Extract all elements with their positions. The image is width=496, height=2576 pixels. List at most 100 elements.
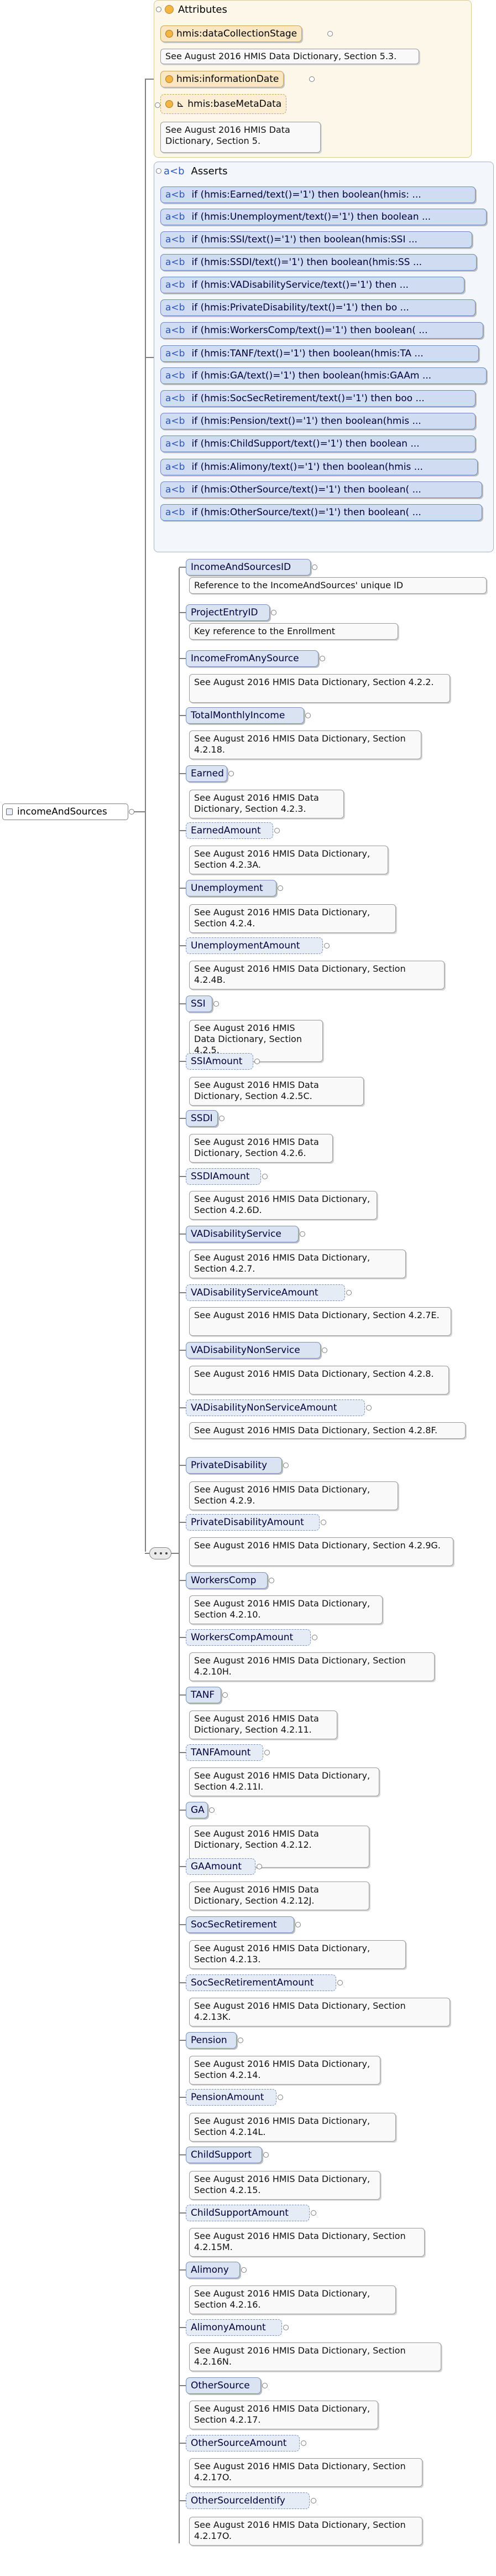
root-expand-knob[interactable] bbox=[129, 809, 134, 815]
element-other-source[interactable]: OtherSource bbox=[186, 2377, 261, 2394]
element-pension[interactable]: Pension bbox=[186, 2032, 237, 2049]
element-knob[interactable] bbox=[300, 1231, 305, 1237]
element-knob[interactable] bbox=[222, 1692, 228, 1698]
assert-item[interactable]: a<b if (hmis:OtherSource/text()='1') then… bbox=[160, 481, 482, 498]
element-alimony-amount[interactable]: AlimonyAmount bbox=[186, 2319, 282, 2336]
element-knob[interactable] bbox=[271, 610, 276, 615]
assert-item[interactable]: a<b if (hmis:SocSecRetirement/text()='1')… bbox=[160, 390, 476, 407]
element-knob[interactable] bbox=[278, 2095, 283, 2100]
element-knob[interactable] bbox=[274, 828, 280, 833]
element-knob[interactable] bbox=[346, 1290, 352, 1295]
assert-item[interactable]: a<b if (hmis:PrivateDisability/text()='1'… bbox=[160, 299, 476, 316]
element-knob[interactable] bbox=[262, 1174, 268, 1179]
element-knob[interactable] bbox=[257, 1864, 262, 1869]
element-knob[interactable] bbox=[311, 2210, 316, 2216]
element-knob[interactable] bbox=[283, 1463, 289, 1468]
assert-item[interactable]: a<b if (hmis:Pension/text()='1') then boo… bbox=[160, 413, 476, 429]
element-connector bbox=[179, 773, 186, 774]
element-knob[interactable] bbox=[209, 1807, 215, 1813]
attribute-base-meta-data[interactable]: ⊾ hmis:baseMetaData bbox=[160, 94, 287, 114]
element-gaamount[interactable]: GAAmount bbox=[186, 1858, 255, 1875]
element-other-source-amount[interactable]: OtherSourceAmount bbox=[186, 2435, 300, 2451]
element-knob[interactable] bbox=[241, 2267, 247, 2273]
element-knob[interactable] bbox=[219, 1116, 224, 1121]
element-knob[interactable] bbox=[262, 2383, 268, 2388]
element-soc-sec-retirement-amount[interactable]: SocSecRetirementAmount bbox=[186, 1974, 336, 1991]
element-total-monthly-income[interactable]: TotalMonthlyIncome bbox=[186, 707, 304, 724]
element-vadisability-non-service-amount[interactable]: VADisabilityNonServiceAmount bbox=[186, 1400, 365, 1416]
element-workers-comp[interactable]: WorkersComp bbox=[186, 1572, 268, 1589]
element-knob[interactable] bbox=[320, 656, 325, 661]
element-vadisability-service[interactable]: VADisabilityService bbox=[186, 1226, 299, 1242]
element-knob[interactable] bbox=[278, 885, 283, 891]
element-alimony[interactable]: Alimony bbox=[186, 2262, 240, 2278]
assert-item[interactable]: a<b if (hmis:VADisabilityService/text()='… bbox=[160, 277, 464, 293]
element-project-entry-id[interactable]: ProjectEntryID bbox=[186, 604, 270, 621]
element-soc-sec-retirement[interactable]: SocSecRetirement bbox=[186, 1916, 294, 1933]
attributes-collapse-knob[interactable] bbox=[156, 7, 161, 12]
element-knob[interactable] bbox=[337, 1980, 343, 1986]
element-knob[interactable] bbox=[305, 713, 311, 718]
assert-item[interactable]: a<b if (hmis:Alimony/text()='1') then boo… bbox=[160, 459, 478, 475]
element-knob[interactable] bbox=[295, 1922, 301, 1927]
element-ssi[interactable]: SSI bbox=[186, 996, 212, 1012]
root-element-box[interactable]: incomeAndSources bbox=[2, 804, 128, 820]
element-knob[interactable] bbox=[321, 1520, 326, 1525]
element-vadisability-non-service[interactable]: VADisabilityNonService bbox=[186, 1342, 321, 1359]
element-workers-comp-amount[interactable]: WorkersCompAmount bbox=[186, 1629, 311, 1646]
element-knob[interactable] bbox=[322, 1347, 327, 1353]
element-knob[interactable] bbox=[213, 1001, 219, 1007]
assert-item[interactable]: a<b if (hmis:GA/text()='1') then boolean(… bbox=[160, 367, 487, 384]
element-earned[interactable]: Earned bbox=[186, 765, 227, 782]
attribute-knob[interactable] bbox=[155, 102, 160, 108]
attribute-knob[interactable] bbox=[327, 31, 333, 37]
element-tanf[interactable]: TANF bbox=[186, 1687, 221, 1703]
element-ssiamount[interactable]: SSIAmount bbox=[186, 1053, 253, 1070]
element-knob[interactable] bbox=[238, 2038, 243, 2043]
element-ga[interactable]: GA bbox=[186, 1802, 208, 1818]
element-knob[interactable] bbox=[366, 1405, 372, 1411]
element-income-and-sources-id[interactable]: IncomeAndSourcesID bbox=[186, 559, 311, 576]
assert-item[interactable]: a<b if (hmis:SSDI/text()='1') then boolea… bbox=[160, 254, 477, 271]
assert-item[interactable]: a<b if (hmis:ChildSupport/text()='1') the… bbox=[160, 436, 476, 452]
attribute-data-collection-stage[interactable]: hmis:dataCollectionStage bbox=[160, 25, 302, 42]
element-vadisability-service-amount[interactable]: VADisabilityServiceAmount bbox=[186, 1284, 345, 1301]
element-knob[interactable] bbox=[312, 1635, 317, 1640]
element-knob[interactable] bbox=[312, 564, 317, 570]
attribute-information-date[interactable]: hmis:informationDate bbox=[160, 71, 284, 87]
element-unemployment[interactable]: Unemployment bbox=[186, 880, 276, 896]
assert-item[interactable]: a<b if (hmis:TANF/text()='1') then boolea… bbox=[160, 345, 479, 362]
element-ssdiamount[interactable]: SSDIAmount bbox=[186, 1168, 261, 1185]
element-private-disability[interactable]: PrivateDisability bbox=[186, 1457, 282, 1474]
element-child-support-amount[interactable]: ChildSupportAmount bbox=[186, 2205, 310, 2221]
element-knob[interactable] bbox=[283, 2325, 289, 2330]
element-pension-amount[interactable]: PensionAmount bbox=[186, 2089, 276, 2106]
assert-item[interactable]: a<b if (hmis:WorkersComp/text()='1') then… bbox=[160, 322, 483, 339]
element-knob[interactable] bbox=[324, 943, 330, 948]
element-knob[interactable] bbox=[263, 2152, 269, 2158]
asserts-collapse-knob[interactable] bbox=[156, 168, 161, 174]
element-child-support[interactable]: ChildSupport bbox=[186, 2147, 262, 2163]
element-knob[interactable] bbox=[254, 1059, 260, 1064]
sequence-compositor[interactable] bbox=[149, 1547, 171, 1559]
element-knob[interactable] bbox=[311, 2498, 316, 2504]
element-doc: See August 2016 HMIS Data Dictionary, Se… bbox=[189, 1652, 435, 1681]
element-unemployment-amount[interactable]: UnemploymentAmount bbox=[186, 937, 323, 954]
attribute-knob[interactable] bbox=[309, 76, 315, 82]
element-private-disability-amount[interactable]: PrivateDisabilityAmount bbox=[186, 1514, 320, 1531]
assert-item[interactable]: a<b if (hmis:Earned/text()='1') then bool… bbox=[160, 186, 476, 203]
element-knob[interactable] bbox=[269, 1578, 274, 1583]
element-other-source-identify[interactable]: OtherSourceIdentify bbox=[186, 2492, 310, 2509]
element-ssdi[interactable]: SSDI bbox=[186, 1110, 218, 1127]
element-earned-amount[interactable]: EarnedAmount bbox=[186, 822, 273, 839]
element-tanfamount[interactable]: TANFAmount bbox=[186, 1744, 263, 1761]
asserts-header[interactable]: a<b Asserts bbox=[164, 163, 228, 179]
assert-item[interactable]: a<b if (hmis:SSI/text()='1') then boolean… bbox=[160, 231, 472, 248]
element-income-from-any-source[interactable]: IncomeFromAnySource bbox=[186, 650, 319, 667]
assert-item[interactable]: a<b if (hmis:Unemployment/text()='1') the… bbox=[160, 209, 487, 225]
element-knob[interactable] bbox=[228, 771, 234, 776]
attributes-header[interactable]: Attributes bbox=[165, 1, 227, 18]
element-knob[interactable] bbox=[301, 2440, 306, 2446]
assert-item[interactable]: a<b if (hmis:OtherSource/text()='1') then… bbox=[160, 504, 482, 521]
element-knob[interactable] bbox=[264, 1750, 270, 1755]
